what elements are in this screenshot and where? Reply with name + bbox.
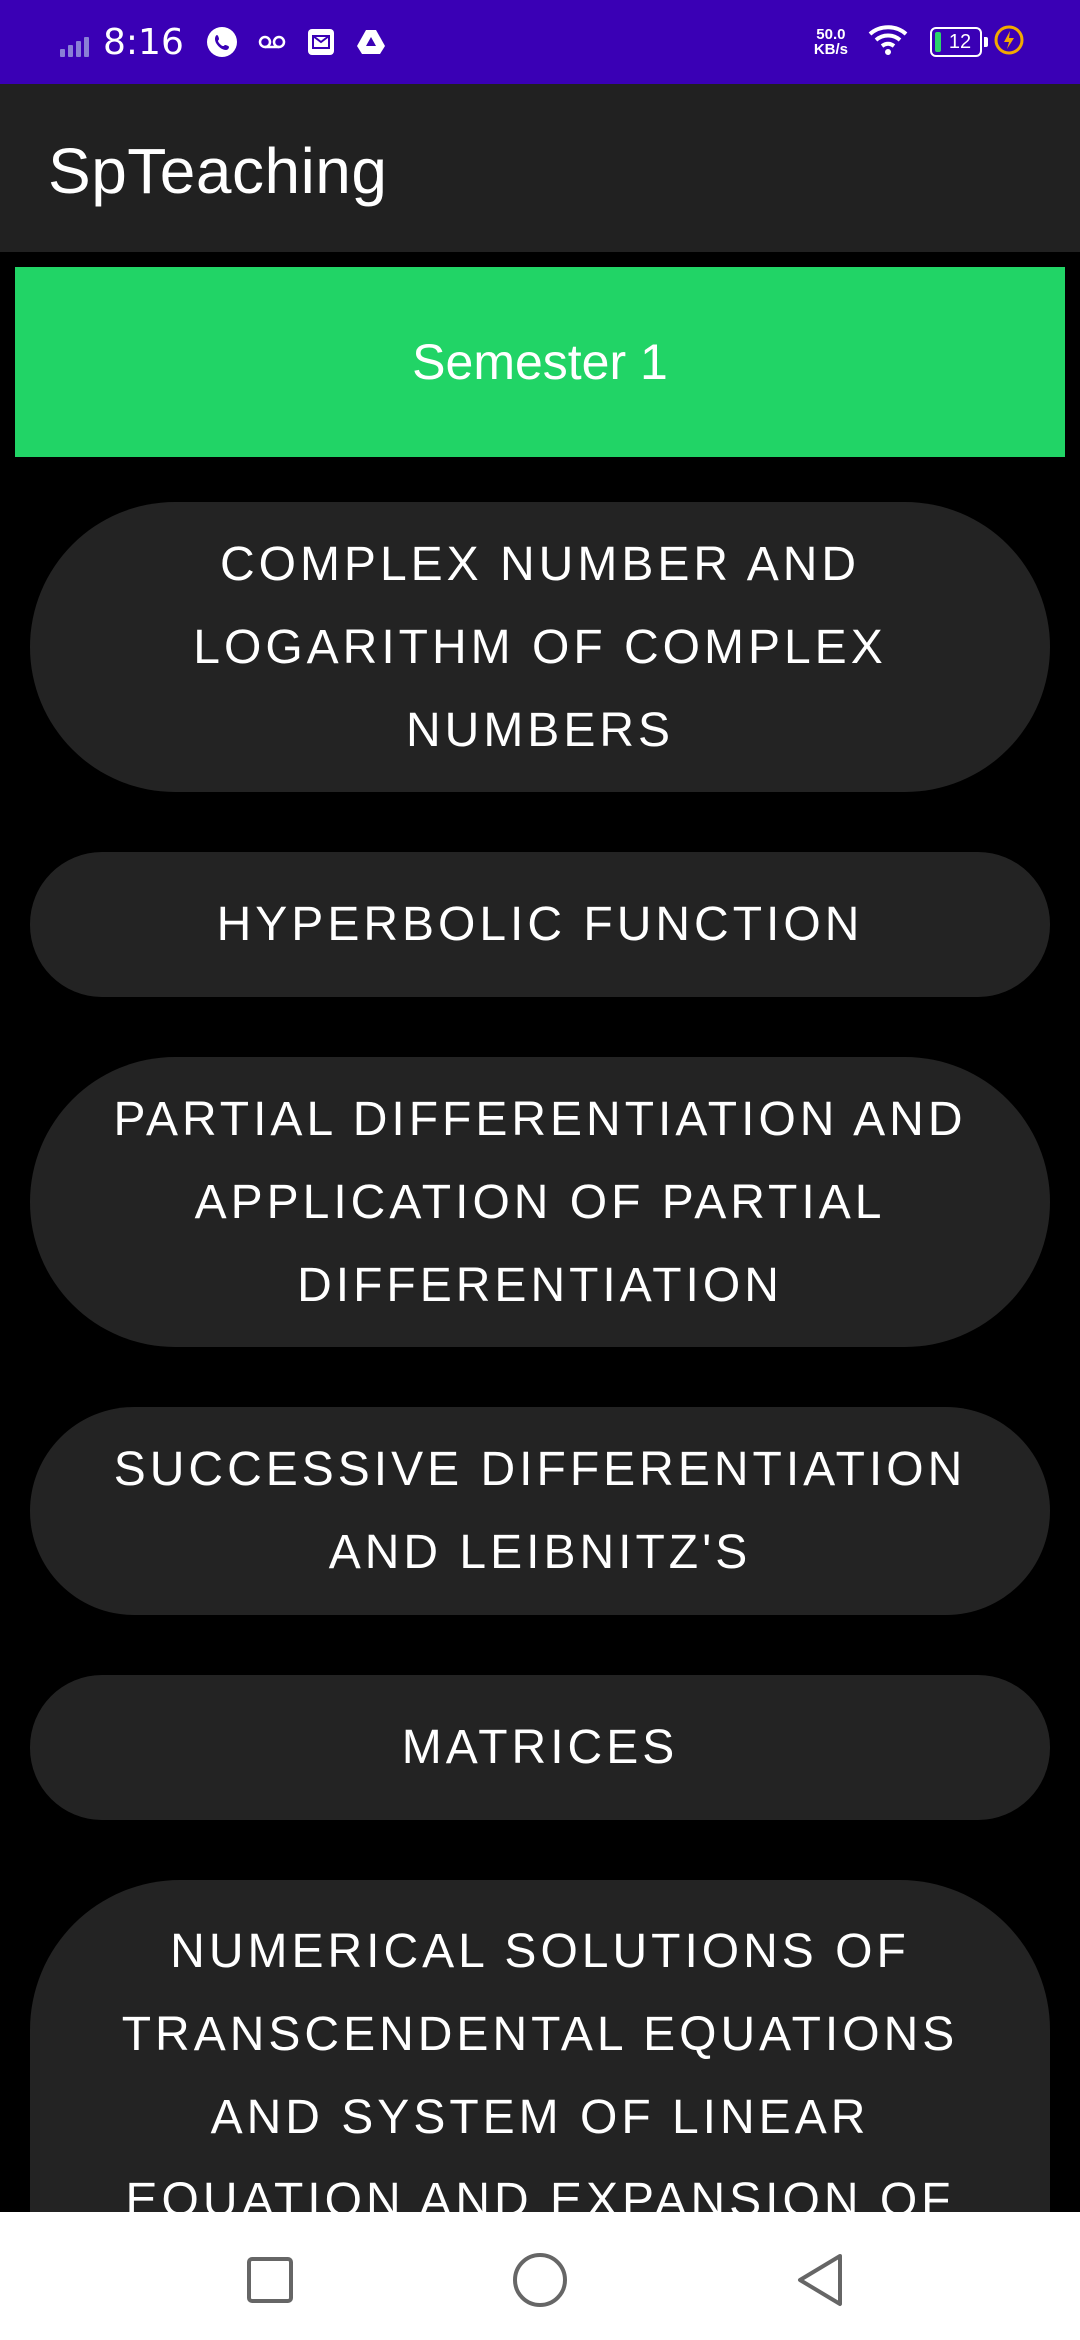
home-button[interactable]	[510, 2250, 570, 2310]
topic-button[interactable]: NUMERICAL SOLUTIONS OF TRANSCENDENTAL EQ…	[30, 1880, 1050, 2212]
topic-button[interactable]: COMPLEX NUMBER AND LOGARITHM OF COMPLEX …	[30, 502, 1050, 792]
topic-button[interactable]: SUCCESSIVE DIFFERENTIATION AND LEIBNITZ'…	[30, 1407, 1050, 1615]
recent-apps-button[interactable]	[240, 2250, 300, 2310]
topic-list[interactable]: Semester 1 COMPLEX NUMBER AND LOGARITHM …	[0, 0, 1080, 2212]
topic-button[interactable]: MATRICES	[30, 1675, 1050, 1820]
semester-header: Semester 1	[15, 267, 1065, 457]
back-button[interactable]	[790, 2250, 850, 2310]
navigation-bar	[0, 2212, 1080, 2340]
topic-button[interactable]: HYPERBOLIC FUNCTION	[30, 852, 1050, 997]
topic-button[interactable]: PARTIAL DIFFERENTIATION AND APPLICATION …	[30, 1057, 1050, 1347]
